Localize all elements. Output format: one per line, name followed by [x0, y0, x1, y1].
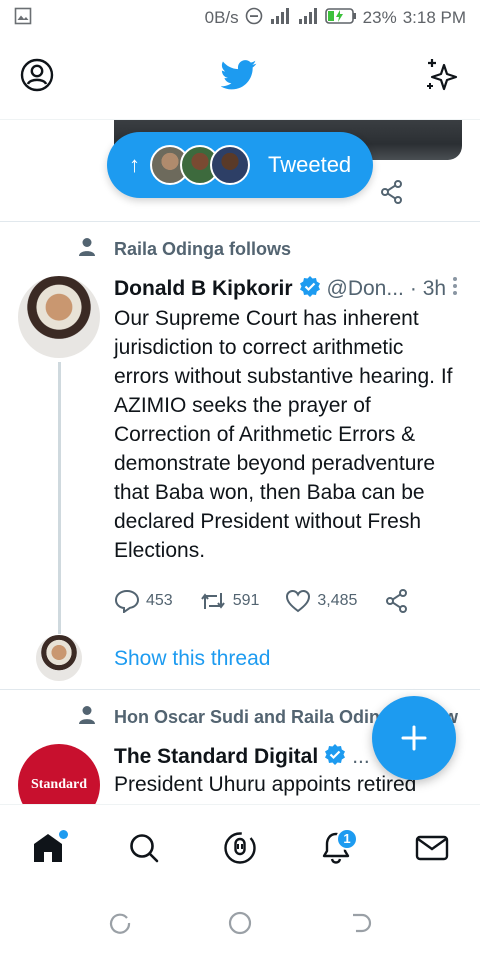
pill-label: Tweeted — [268, 152, 352, 177]
like-button[interactable]: 3,485 — [285, 589, 357, 613]
nav-messages[interactable] — [402, 818, 462, 878]
nav-notifications[interactable]: 1 — [306, 818, 366, 878]
social-context-text: Raila Odinga follows — [114, 238, 292, 259]
system-navigation — [0, 890, 480, 960]
reply-icon — [114, 589, 140, 613]
home-circle-icon[interactable] — [227, 910, 253, 941]
reply-button[interactable]: 453 — [114, 589, 173, 613]
pill-avatars — [150, 145, 250, 185]
clock: 3:18 PM — [402, 8, 466, 27]
profile-icon[interactable] — [20, 58, 54, 97]
verified-badge-icon — [324, 743, 346, 771]
social-context: Raila Odinga follows — [0, 222, 480, 276]
app-header — [0, 36, 480, 120]
tweet[interactable]: Raila Odinga follows Donald B Kipkorir @… — [0, 222, 480, 690]
like-count: 3,485 — [317, 592, 358, 609]
battery-charging-icon — [324, 7, 357, 30]
author-name[interactable]: Donald B Kipkorir — [114, 277, 293, 301]
show-thread-row[interactable]: Show this thread — [0, 629, 480, 689]
avatar[interactable]: Standard — [18, 744, 100, 804]
share-icon[interactable] — [378, 178, 406, 206]
author-handle: @Don... — [326, 277, 404, 300]
share-icon — [386, 589, 408, 613]
share-button[interactable] — [383, 587, 417, 615]
search-icon — [130, 833, 159, 862]
new-tweets-pill[interactable]: ↑ Tweeted — [107, 132, 373, 198]
status-bar: 0B/s 23% 3:18 PM — [0, 0, 480, 36]
retweet-icon — [200, 593, 225, 609]
arrow-up-icon: ↑ — [129, 152, 140, 177]
plus-icon — [401, 725, 427, 751]
nav-search[interactable] — [114, 818, 174, 878]
twitter-bird-icon[interactable] — [220, 60, 257, 95]
author-name[interactable]: The Standard Digital — [114, 745, 318, 769]
tweet-actions: 453 591 3,485 — [114, 573, 458, 629]
new-content-dot — [59, 829, 68, 839]
signal-icon-1 — [269, 7, 291, 30]
notification-badge: 1 — [336, 827, 358, 850]
tweet-time: · 3h — [409, 277, 447, 300]
network-speed: 0B/s — [204, 8, 239, 27]
author-handle: ... — [352, 745, 370, 768]
avatar-logo-text: Standard — [30, 777, 88, 792]
avatar — [36, 635, 82, 681]
avatar — [210, 145, 250, 185]
bottom-navigation: 1 — [0, 804, 480, 890]
sparkle-icon[interactable] — [424, 57, 460, 98]
signal-icon-2 — [297, 7, 319, 30]
compose-tweet-button[interactable] — [372, 696, 456, 780]
avatar[interactable] — [18, 276, 100, 358]
tweet-header: Donald B Kipkorir @Don... · 3h — [114, 276, 458, 302]
do-not-disturb-icon — [245, 7, 263, 30]
thread-line — [58, 362, 61, 634]
retweet-button[interactable]: 591 — [199, 589, 260, 613]
nav-spaces[interactable] — [210, 818, 270, 878]
nav-home[interactable] — [18, 818, 78, 878]
spaces-microphone-icon — [224, 831, 256, 864]
image-notification-icon — [14, 7, 32, 30]
back-icon[interactable] — [348, 911, 372, 940]
tweet-text: Our Supreme Court has inherent jurisdict… — [114, 307, 453, 562]
verified-badge-icon — [299, 275, 321, 303]
reply-count: 453 — [146, 592, 173, 609]
mail-icon — [415, 835, 449, 860]
retweet-count: 591 — [232, 592, 260, 609]
person-icon — [78, 237, 96, 262]
more-options-icon[interactable] — [452, 276, 458, 302]
battery-percent: 23% — [362, 8, 397, 27]
heart-icon — [286, 589, 311, 613]
recent-apps-icon[interactable] — [108, 911, 132, 940]
person-icon — [78, 705, 96, 730]
show-thread-link[interactable]: Show this thread — [114, 647, 270, 671]
previous-tweet[interactable]: ↑ Tweeted — [0, 120, 480, 222]
